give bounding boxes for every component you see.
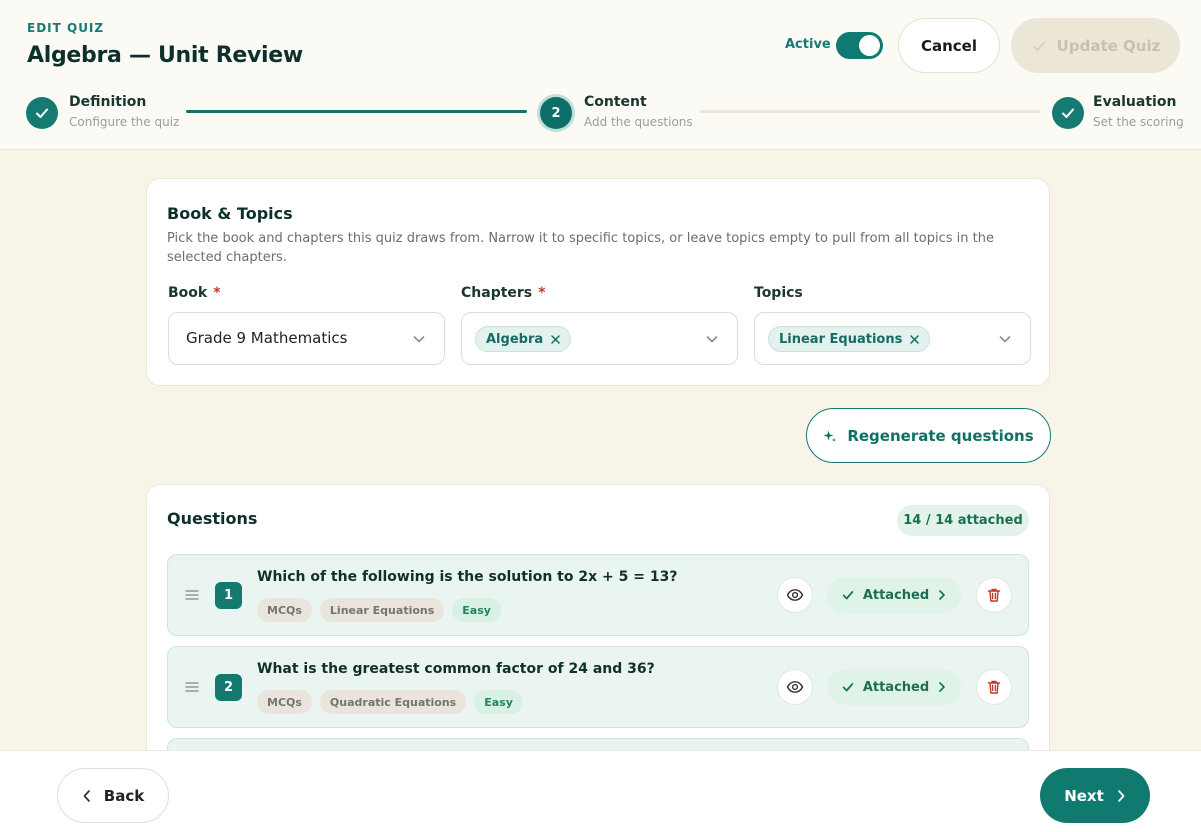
check-icon: [842, 683, 854, 692]
question-row[interactable]: 1 Which of the following is the solution…: [167, 554, 1029, 636]
next-label: Next: [1064, 786, 1104, 805]
required-mark: *: [538, 285, 546, 301]
book-label-text: Book: [168, 285, 208, 301]
question-row[interactable]: 2 What is the greatest common factor of …: [167, 646, 1029, 728]
step-connector-2: [700, 110, 1040, 113]
step-content-title[interactable]: Content: [584, 94, 647, 110]
chevron-right-icon: [939, 590, 945, 600]
step-evaluation-title[interactable]: Evaluation: [1093, 94, 1176, 110]
step-definition-title[interactable]: Definition: [69, 94, 146, 110]
page-title: Algebra — Unit Review: [27, 43, 303, 68]
question-type-tag: MCQs: [257, 690, 312, 714]
header: EDIT QUIZ Algebra — Unit Review Active C…: [0, 0, 1201, 150]
toggle-knob: [859, 35, 880, 56]
update-quiz-label: Update Quiz: [1056, 36, 1161, 55]
chapters-select[interactable]: Algebra: [461, 312, 738, 365]
difficulty-tag: Easy: [452, 598, 501, 622]
check-icon: [1032, 41, 1045, 51]
question-number: 2: [215, 674, 242, 701]
cancel-button[interactable]: Cancel: [898, 18, 1000, 73]
drag-handle-icon[interactable]: [185, 589, 199, 601]
step-number: 2: [551, 105, 561, 121]
active-toggle[interactable]: [836, 32, 883, 59]
topics-label: Topics: [754, 285, 803, 301]
regenerate-label: Regenerate questions: [847, 426, 1034, 445]
step-evaluation-subtitle: Set the scoring: [1093, 115, 1184, 129]
edit-quiz-app: EDIT QUIZ Algebra — Unit Review Active C…: [0, 0, 1201, 832]
chapters-label-text: Chapters: [461, 285, 533, 301]
attached-button[interactable]: Attached: [827, 669, 961, 705]
footer-bar: Back Next: [0, 750, 1201, 832]
chevron-left-icon: [83, 789, 90, 802]
question-text: What is the greatest common factor of 24…: [257, 661, 655, 677]
close-icon[interactable]: [551, 334, 560, 344]
question-topic-tag: Linear Equations: [319, 598, 445, 622]
update-quiz-button[interactable]: Update Quiz: [1011, 18, 1180, 73]
chevron-right-icon: [939, 682, 945, 692]
attached-count-badge: 14 / 14 attached: [897, 505, 1029, 536]
book-select-value: Grade 9 Mathematics: [186, 329, 348, 347]
trash-icon: [987, 680, 1001, 694]
trash-icon: [987, 588, 1001, 602]
eyebrow-label: EDIT QUIZ: [27, 21, 105, 35]
delete-button[interactable]: [976, 669, 1012, 705]
step-content-subtitle: Add the questions: [584, 115, 693, 129]
check-icon: [1062, 108, 1074, 118]
step-evaluation-indicator[interactable]: [1052, 97, 1084, 129]
chapter-chip: Algebra: [475, 326, 572, 352]
regenerate-questions-button[interactable]: Regenerate questions: [806, 408, 1051, 463]
step-definition-subtitle: Configure the quiz: [69, 115, 180, 129]
question-tags: MCQs Linear Equations Easy: [257, 598, 501, 622]
question-topic-tag: Quadratic Equations: [319, 690, 467, 714]
book-select[interactable]: Grade 9 Mathematics: [168, 312, 445, 365]
chevron-down-icon: [413, 336, 425, 343]
close-icon[interactable]: [910, 334, 920, 344]
chevron-right-icon: [1117, 789, 1125, 802]
question-tags: MCQs Quadratic Equations Easy: [257, 690, 523, 714]
back-button[interactable]: Back: [57, 768, 169, 823]
delete-button[interactable]: [976, 577, 1012, 613]
required-mark: *: [213, 285, 221, 301]
book-label: Book *: [168, 285, 221, 301]
chapters-label: Chapters *: [461, 285, 545, 301]
chip-label: Algebra: [486, 331, 544, 347]
attached-button[interactable]: Attached: [827, 577, 961, 613]
chevron-down-icon: [999, 336, 1011, 343]
preview-button[interactable]: [777, 669, 813, 705]
next-button[interactable]: Next: [1040, 768, 1150, 823]
eye-icon: [786, 589, 804, 601]
questions-title: Questions: [167, 509, 258, 528]
sparkle-icon: [823, 430, 837, 442]
attached-label: Attached: [862, 679, 930, 695]
preview-button[interactable]: [777, 577, 813, 613]
topic-chip: Linear Equations: [768, 326, 931, 352]
question-number: 1: [215, 582, 242, 609]
step-content-indicator[interactable]: 2: [540, 97, 572, 129]
question-type-tag: MCQs: [257, 598, 312, 622]
attached-label: Attached: [862, 587, 930, 603]
active-label: Active: [785, 37, 831, 52]
book-topics-description: Pick the book and chapters this quiz dra…: [167, 231, 994, 265]
topics-select[interactable]: Linear Equations: [754, 312, 1031, 365]
drag-handle-icon[interactable]: [185, 681, 199, 693]
check-icon: [36, 108, 48, 118]
eye-icon: [786, 681, 804, 693]
difficulty-tag: Easy: [474, 690, 523, 714]
step-connector-1: [186, 110, 527, 113]
step-definition-indicator[interactable]: [26, 97, 58, 129]
chip-label: Linear Equations: [779, 331, 903, 347]
book-topics-title: Book & Topics: [167, 204, 293, 223]
question-text: Which of the following is the solution t…: [257, 569, 678, 585]
back-label: Back: [103, 786, 145, 805]
book-topics-card: Book & Topics Pick the book and chapters…: [146, 178, 1050, 386]
chevron-down-icon: [706, 336, 718, 343]
check-icon: [842, 591, 854, 600]
